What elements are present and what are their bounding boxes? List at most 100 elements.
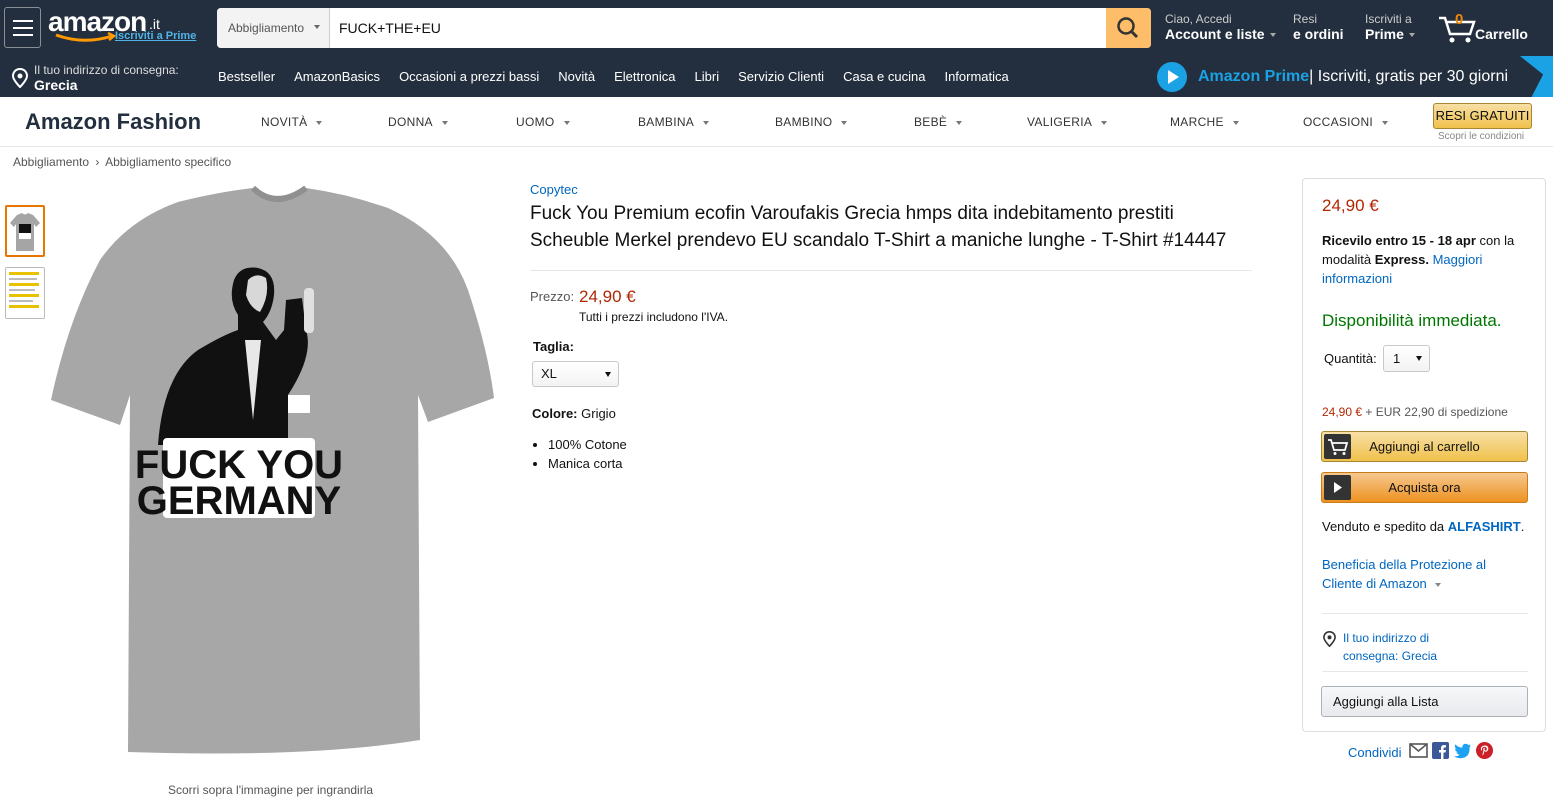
- chevron-down-icon: [1232, 120, 1239, 125]
- chevron-down-icon: [1101, 120, 1108, 125]
- subnav-link-bestseller[interactable]: Bestseller: [218, 69, 275, 84]
- thumbnail-1[interactable]: [5, 205, 45, 257]
- delivery-estimate: Ricevilo entro 15 - 18 apr con la modali…: [1322, 231, 1534, 288]
- thumbnail-2[interactable]: [5, 267, 45, 319]
- facebook-icon[interactable]: [1432, 742, 1450, 762]
- fashion-nav-bebe[interactable]: BEBÈ: [914, 115, 963, 129]
- subnav-link-libri[interactable]: Libri: [695, 69, 720, 84]
- subnav-link-informatica[interactable]: Informatica: [944, 69, 1008, 84]
- orders-line2: e ordini: [1293, 26, 1344, 42]
- fashion-nav-uomo[interactable]: UOMO: [516, 115, 570, 129]
- fashion-nav-valigeria[interactable]: VALIGERIA: [1027, 115, 1108, 129]
- prime-menu[interactable]: Iscriviti a Prime: [1365, 12, 1415, 42]
- image-zoom-caption: Scorri sopra l'immagine per ingrandirla: [168, 783, 374, 797]
- divider: [1322, 613, 1528, 614]
- subnav-link-elettronica[interactable]: Elettronica: [614, 69, 675, 84]
- search-button[interactable]: [1106, 8, 1151, 48]
- buy-now-button[interactable]: Acquista ora: [1321, 472, 1528, 503]
- prime-promo-brand: Amazon Prime: [1198, 68, 1310, 85]
- chevron-down-icon: [605, 372, 611, 377]
- cart-link[interactable]: Carrello: [1437, 12, 1532, 46]
- divider: [1322, 671, 1528, 672]
- sold-by-suffix: .: [1520, 519, 1525, 534]
- prime-line2: Prime: [1365, 26, 1404, 42]
- delivery-address-link[interactable]: Il tuo indirizzo di consegna: Grecia: [1343, 629, 1483, 665]
- fashion-nav-bambina[interactable]: BAMBINA: [638, 115, 710, 129]
- orders-line1: Resi: [1293, 12, 1318, 26]
- protection-link[interactable]: Beneficia della Protezione al Cliente di…: [1322, 555, 1522, 593]
- chevron-down-icon: [703, 120, 710, 125]
- delivery-date: Ricevilo entro 15 - 18 apr: [1322, 233, 1476, 248]
- logo-smile-icon: [55, 32, 117, 42]
- breadcrumb-item-abbigliamento[interactable]: Abbigliamento: [13, 155, 89, 169]
- fashion-title[interactable]: Amazon Fashion: [25, 109, 201, 135]
- fashion-nav-occasioni[interactable]: OCCASIONI: [1303, 115, 1389, 129]
- subnav-links: Bestseller AmazonBasics Occasioni a prez…: [218, 69, 1028, 84]
- fashion-nav-donna[interactable]: DONNA: [388, 115, 448, 129]
- add-to-cart-button[interactable]: Aggiungi al carrello: [1321, 431, 1528, 462]
- chevron-down-icon: [1408, 33, 1415, 38]
- email-icon[interactable]: [1409, 743, 1429, 761]
- resi-gratuiti-button[interactable]: RESI GRATUITI: [1433, 103, 1532, 129]
- breadcrumb-separator: ›: [95, 155, 100, 169]
- top-nav: amazon .it Iscriviti a Prime Abbigliamen…: [0, 0, 1553, 56]
- pinterest-icon[interactable]: [1476, 742, 1494, 762]
- search-input[interactable]: [330, 8, 1106, 48]
- shipping-price: 24,90 €: [1322, 405, 1363, 419]
- chevron-down-icon: [841, 120, 848, 125]
- subnav-link-casa-cucina[interactable]: Casa e cucina: [843, 69, 925, 84]
- amazon-logo[interactable]: amazon .it Iscriviti a Prime: [48, 6, 196, 46]
- size-chart-thumbnail-icon: [9, 272, 39, 308]
- logo-prime-link[interactable]: Iscriviti a Prime: [115, 30, 196, 42]
- price-label: Prezzo:: [530, 289, 575, 304]
- buy-box: 24,90 € Ricevilo entro 15 - 18 apr con l…: [1302, 178, 1546, 732]
- location-pin-icon: [12, 68, 28, 88]
- seller-link[interactable]: ALFASHIRT: [1448, 519, 1521, 534]
- add-to-cart-label: Aggiungi al carrello: [1369, 439, 1480, 454]
- protection-label: Beneficia della Protezione al Cliente di…: [1322, 557, 1487, 591]
- prime-promo-banner[interactable]: Amazon Prime | Iscriviti, gratis per 30 …: [1157, 61, 1508, 93]
- delivery-express: Express.: [1374, 252, 1429, 267]
- subnav-link-novita[interactable]: Novità: [558, 69, 595, 84]
- product-price: 24,90 €: [579, 287, 636, 306]
- print-text-line2: GERMANY: [137, 479, 342, 523]
- fashion-bar: Amazon Fashion NOVITÀ DONNA UOMO BAMBINA…: [0, 97, 1553, 147]
- account-menu[interactable]: Ciao, Accedi Account e liste: [1165, 12, 1276, 42]
- play-icon: [1324, 475, 1351, 500]
- color-line: Colore: Grigio: [532, 406, 616, 421]
- main-product-image[interactable]: FUCK YOU GERMANY: [48, 180, 498, 760]
- chevron-down-icon: [441, 120, 448, 125]
- subnav-link-amazonbasics[interactable]: AmazonBasics: [294, 69, 380, 84]
- subnav-link-occasioni[interactable]: Occasioni a prezzi bassi: [399, 69, 539, 84]
- prime-line1: Iscriviti a: [1365, 12, 1412, 26]
- tshirt-image: FUCK YOU GERMANY: [51, 185, 494, 754]
- cart-label: Carrello: [1475, 26, 1528, 42]
- secondary-nav: Il tuo indirizzo di consegna: Grecia Bes…: [0, 56, 1553, 97]
- buy-now-label: Acquista ora: [1388, 480, 1461, 495]
- quantity-dropdown[interactable]: 1: [1383, 345, 1430, 372]
- iva-note: Tutti i prezzi includono l'IVA.: [579, 310, 729, 324]
- brand-link[interactable]: Copytec: [530, 182, 578, 197]
- fashion-nav-bambino[interactable]: BAMBINO: [775, 115, 848, 129]
- fashion-nav-novita[interactable]: NOVITÀ: [261, 115, 323, 129]
- account-greeting: Ciao, Accedi: [1165, 12, 1232, 26]
- fashion-nav-marche[interactable]: MARCHE: [1170, 115, 1239, 129]
- breadcrumb-item-specifico[interactable]: Abbigliamento specifico: [105, 155, 231, 169]
- orders-link[interactable]: Resi e ordini: [1293, 12, 1344, 42]
- subnav-link-servizio-clienti[interactable]: Servizio Clienti: [738, 69, 824, 84]
- chevron-down-icon: [1416, 356, 1422, 361]
- size-dropdown[interactable]: XL: [532, 361, 619, 387]
- seller-info: Venduto e spedito da ALFASHIRT.: [1322, 519, 1524, 534]
- list-item: Manica corta: [548, 454, 627, 473]
- chevron-down-icon: [563, 120, 570, 125]
- delivery-line1: Il tuo indirizzo di consegna:: [34, 63, 179, 77]
- resi-conditions-link[interactable]: Scopri le condizioni: [1438, 131, 1524, 142]
- feature-bullets: 100% Cotone Manica corta: [548, 435, 627, 473]
- search-category-dropdown[interactable]: Abbigliamento: [217, 8, 330, 48]
- address-line1: Il tuo indirizzo di: [1343, 631, 1430, 645]
- hamburger-menu-icon[interactable]: [4, 7, 41, 48]
- add-to-list-button[interactable]: Aggiungi alla Lista: [1321, 686, 1528, 717]
- share-label: Condividi: [1348, 744, 1402, 760]
- twitter-icon[interactable]: [1453, 743, 1472, 762]
- search-bar: Abbigliamento: [217, 8, 1151, 48]
